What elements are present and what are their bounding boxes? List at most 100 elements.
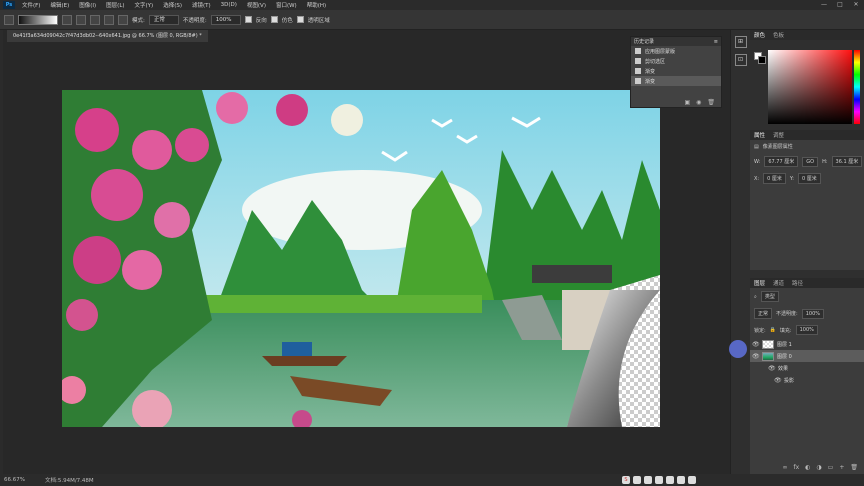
properties-panel-icon[interactable]: ⊡ [734,54,747,66]
document-canvas[interactable] [62,90,660,427]
eye-icon[interactable]: 👁 [752,353,760,360]
mask-icon[interactable]: ◐ [805,464,810,474]
reverse-label: 反向 [255,17,267,24]
new-layer-icon[interactable]: + [839,464,844,474]
layer-row-selected[interactable]: 👁 图层 0 [750,350,864,362]
zoom-level[interactable]: 66.67% [4,477,25,483]
history-panel-title[interactable]: 历史记录 [634,38,654,45]
adjustment-icon[interactable]: ◑ [816,464,821,474]
layer-effect-row[interactable]: 👁 效果 [750,362,864,374]
menu-file[interactable]: 文件(F) [17,1,45,9]
x-input[interactable]: 0 厘米 [763,173,786,184]
radial-gradient-icon[interactable] [76,14,86,25]
menu-window[interactable]: 窗口(W) [271,1,302,9]
menu-type[interactable]: 文字(Y) [130,1,159,9]
layer-row[interactable]: 👁 图层 1 [750,338,864,350]
lock-label: 锁定: [754,327,766,334]
layer-opacity-input[interactable]: 100% [801,308,824,319]
color-field[interactable] [768,50,852,124]
tab-layers[interactable]: 图层 [754,279,765,287]
menu-filter[interactable]: 滤镜(T) [187,1,216,9]
gradient-tool-icon[interactable] [4,14,14,25]
tab-adjustments[interactable]: 调整 [773,131,784,139]
input-method-icon[interactable]: S [622,476,630,484]
tab-channels[interactable]: 通道 [773,279,784,287]
dither-label: 仿色 [281,17,293,24]
minimize-button[interactable]: — [816,0,832,10]
fx-icon[interactable]: fx [794,464,800,474]
x-label: X: [754,175,760,182]
close-button[interactable]: ✕ [848,0,864,10]
new-document-icon[interactable]: ▣ [684,99,690,107]
folder-icon[interactable]: ▭ [828,464,834,474]
pixel-layer-icon: ▤ [754,143,759,150]
tray-icon[interactable] [655,476,663,484]
mode-label: 模式: [132,17,145,24]
link-layers-icon[interactable]: ∞ [783,464,788,474]
y-label: Y: [789,175,794,182]
tab-swatches[interactable]: 色板 [773,31,784,39]
eye-icon[interactable]: 👁 [774,377,782,384]
opacity-label: 不透明度: [182,17,207,24]
document-tabbar: 0e41f3a634d09042c7f47d3db02--640x641.jpg… [3,30,720,42]
options-bar: 模式: 正常 不透明度: 100% 反向 仿色 透明区域 [0,10,864,30]
link-button[interactable]: GO [802,156,819,167]
eye-icon[interactable]: 👁 [752,341,760,348]
angle-gradient-icon[interactable] [90,14,100,25]
transparency-checkbox[interactable] [296,16,304,23]
panel-menu-icon[interactable]: ≡ [714,39,718,45]
menu-3d[interactable]: 3D(D) [216,2,242,8]
tab-color[interactable]: 颜色 [754,31,765,39]
fill-input[interactable]: 100% [795,325,818,335]
history-item[interactable]: 剪切选区 [631,56,721,66]
mode-select[interactable]: 正常 [148,14,179,25]
menu-help[interactable]: 帮助(H) [302,1,331,9]
height-input[interactable]: 36.1 厘米 [831,156,863,167]
background-color-swatch[interactable] [758,56,766,64]
history-step-icon [635,78,641,84]
lock-icon[interactable]: 🔒 [770,327,776,333]
trash-icon[interactable]: 🗑 [707,99,715,107]
hue-slider[interactable] [854,50,860,124]
transparency-label: 透明区域 [307,17,330,24]
history-item[interactable]: 渐变 [631,66,721,76]
menu-image[interactable]: 图像(I) [74,1,101,9]
history-panel-icon[interactable]: ⊞ [734,36,747,48]
tray-icon[interactable] [644,476,652,484]
right-panels: 颜色 色板 属性 调整 ▤ 像素图层属性 W: 67.77 厘米 GO H: 36.1… [750,30,864,474]
tray-icon[interactable] [633,476,641,484]
document-tab[interactable]: 0e41f3a634d09042c7f47d3db02--640x641.jpg… [7,30,208,42]
tray-icon[interactable] [677,476,685,484]
tray-icon[interactable] [688,476,696,484]
history-item-selected[interactable]: 渐变 [631,76,721,86]
menu-edit[interactable]: 编辑(E) [45,1,74,9]
layer-kind-filter[interactable]: 类型 [760,291,779,302]
width-label: W: [754,158,761,165]
reverse-checkbox[interactable] [244,16,252,23]
gradient-picker[interactable] [18,14,58,25]
opacity-input[interactable]: 100% [210,14,241,25]
camera-icon[interactable]: ◉ [696,99,701,107]
history-item[interactable]: 应用图层蒙版 [631,46,721,56]
tab-paths[interactable]: 路径 [792,279,803,287]
width-input[interactable]: 67.77 厘米 [764,156,799,167]
diamond-gradient-icon[interactable] [118,14,128,25]
menu-select[interactable]: 选择(S) [158,1,187,9]
trash-icon[interactable]: 🗑 [850,464,858,474]
layer-name: 效果 [778,365,789,372]
maximize-button[interactable]: □ [832,0,848,10]
linear-gradient-icon[interactable] [62,14,72,25]
tray-icon[interactable] [666,476,674,484]
blend-mode-select[interactable]: 正常 [754,308,773,319]
window-controls: — □ ✕ [816,0,864,10]
reflected-gradient-icon[interactable] [104,14,114,25]
height-label: H: [822,158,828,165]
tab-properties[interactable]: 属性 [754,131,765,139]
eye-icon[interactable]: 👁 [768,365,776,372]
y-input[interactable]: 0 厘米 [797,173,821,184]
properties-panel: 属性 调整 ▤ 像素图层属性 W: 67.77 厘米 GO H: 36.1 厘米 X:… [750,130,864,270]
menu-layer[interactable]: 图层(L) [101,1,129,9]
menu-view[interactable]: 视图(V) [242,1,271,9]
layer-effect-row[interactable]: 👁 投影 [750,374,864,386]
dither-checkbox[interactable] [270,16,278,23]
